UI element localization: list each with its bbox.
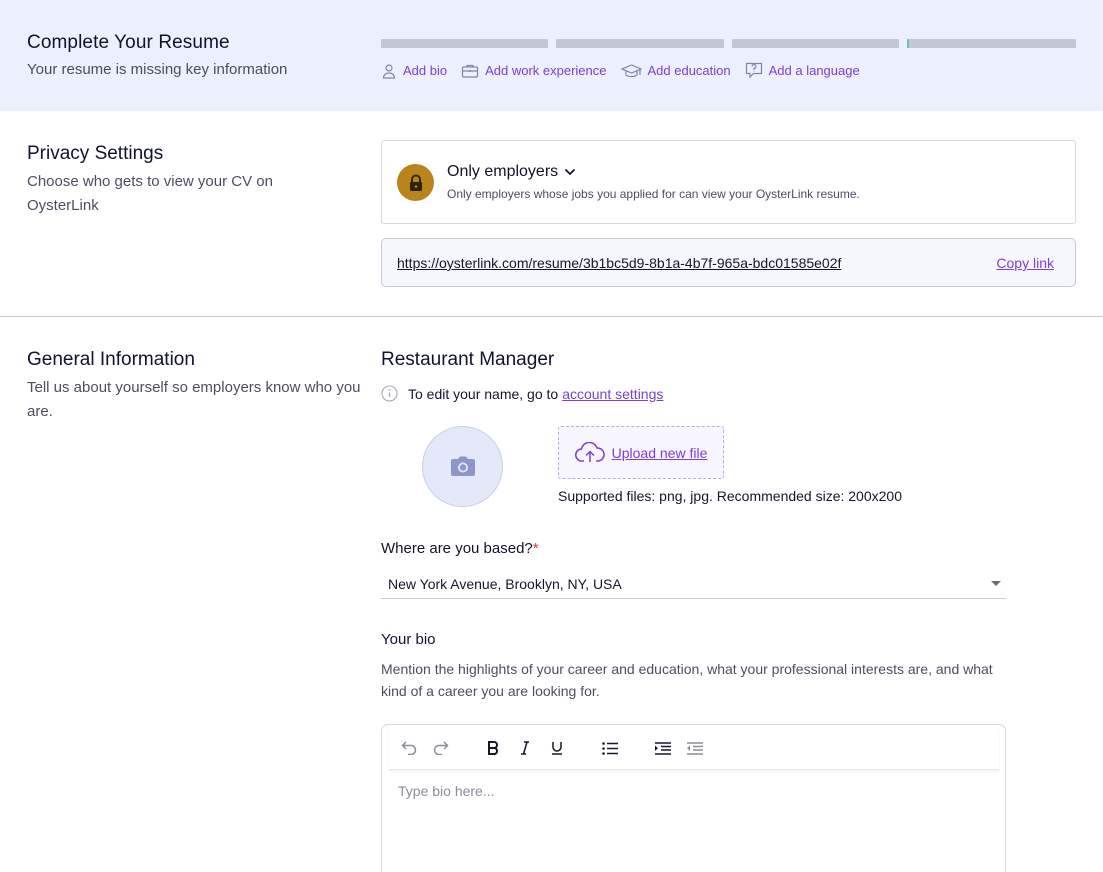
resume-url[interactable]: https://oysterlink.com/resume/3b1bc5d9-8… — [397, 255, 841, 271]
location-value: New York Avenue, Brooklyn, NY, USA — [388, 576, 622, 592]
progress-segment — [731, 39, 899, 48]
cloud-upload-icon — [574, 441, 605, 462]
caret-down-icon — [991, 581, 1001, 586]
italic-button[interactable] — [514, 738, 536, 758]
progress-segment — [556, 39, 724, 48]
editor-toolbar — [388, 726, 999, 770]
bold-icon — [488, 741, 498, 755]
profile-job-title: Restaurant Manager — [381, 349, 555, 370]
upload-file-label: Upload new file — [611, 444, 708, 461]
edit-name-note: To edit your name, go to account setting… — [381, 385, 663, 402]
graduation-cap-icon — [620, 63, 642, 77]
location-label-text: Where are you based? — [381, 540, 533, 557]
outdent-button[interactable] — [684, 738, 706, 758]
account-settings-link[interactable]: account settings — [562, 386, 663, 402]
undo-icon — [401, 741, 417, 755]
add-work-experience-link[interactable]: Add work experience — [461, 63, 607, 79]
add-work-experience-label: Add work experience — [485, 63, 607, 78]
camera-icon — [450, 456, 475, 476]
section-divider — [0, 316, 1103, 317]
chevron-down-icon — [565, 168, 576, 176]
indent-button[interactable] — [652, 738, 674, 758]
add-language-label: Add a language — [768, 63, 860, 78]
privacy-section-description: Choose who gets to view your CV on Oyste… — [27, 173, 273, 214]
completion-actions: Add bio Add work experience Add educatio… — [381, 62, 874, 79]
briefcase-icon — [461, 64, 479, 78]
info-icon — [381, 385, 398, 402]
bio-label: Your bio — [381, 631, 436, 648]
undo-button[interactable] — [398, 738, 420, 758]
general-section-title: General Information — [27, 349, 195, 370]
avatar-placeholder[interactable] — [422, 426, 503, 507]
redo-icon — [433, 741, 449, 755]
lock-badge — [397, 164, 434, 201]
bullet-list-icon — [602, 741, 618, 755]
bio-text-area[interactable]: Type bio here... — [398, 783, 495, 799]
resume-link-box: https://oysterlink.com/resume/3b1bc5d9-8… — [381, 238, 1076, 287]
indent-icon — [655, 741, 671, 755]
lock-icon — [409, 174, 422, 191]
privacy-section-title: Privacy Settings — [27, 143, 164, 164]
bio-description: Mention the highlights of your career an… — [381, 661, 993, 699]
copy-link-button[interactable]: Copy link — [996, 255, 1054, 271]
bullet-list-button[interactable] — [599, 738, 621, 758]
progress-segment — [906, 39, 1076, 48]
privacy-dropdown[interactable]: Only employers — [447, 163, 576, 181]
privacy-note: Only employers whose jobs you applied fo… — [447, 187, 860, 201]
italic-icon — [521, 741, 529, 755]
add-education-label: Add education — [647, 63, 731, 78]
banner-subtitle: Your resume is missing key information — [27, 61, 288, 78]
upload-file-button[interactable]: Upload new file — [558, 426, 724, 479]
person-icon — [382, 63, 396, 79]
general-section-description: Tell us about yourself so employers know… — [27, 379, 361, 420]
location-label: Where are you based?* — [381, 540, 539, 557]
banner-title: Complete Your Resume — [27, 32, 230, 53]
bold-button[interactable] — [482, 738, 504, 758]
resume-completion-banner: Complete Your Resume Your resume is miss… — [0, 0, 1103, 111]
underline-button[interactable] — [546, 738, 568, 758]
edit-name-note-text: To edit your name, go to — [408, 385, 559, 402]
add-bio-link[interactable]: Add bio — [381, 63, 447, 79]
underline-icon — [552, 742, 562, 755]
outdent-icon — [687, 741, 703, 755]
privacy-selector-card: Only employers Only employers whose jobs… — [381, 140, 1076, 224]
speech-bubble-icon — [745, 62, 762, 79]
supported-files-note: Supported files: png, jpg. Recommended s… — [558, 488, 902, 504]
add-bio-label: Add bio — [403, 63, 448, 78]
progress-segment — [381, 39, 549, 48]
redo-button[interactable] — [430, 738, 452, 758]
add-language-link[interactable]: Add a language — [745, 62, 860, 79]
location-select[interactable]: New York Avenue, Brooklyn, NY, USA — [381, 569, 1006, 599]
privacy-selected-value: Only employers — [447, 163, 559, 180]
completion-progress-bar — [381, 39, 1076, 48]
required-asterisk: * — [532, 540, 539, 557]
bio-rich-text-editor: Type bio here... — [381, 724, 1006, 872]
add-education-link[interactable]: Add education — [620, 63, 731, 79]
